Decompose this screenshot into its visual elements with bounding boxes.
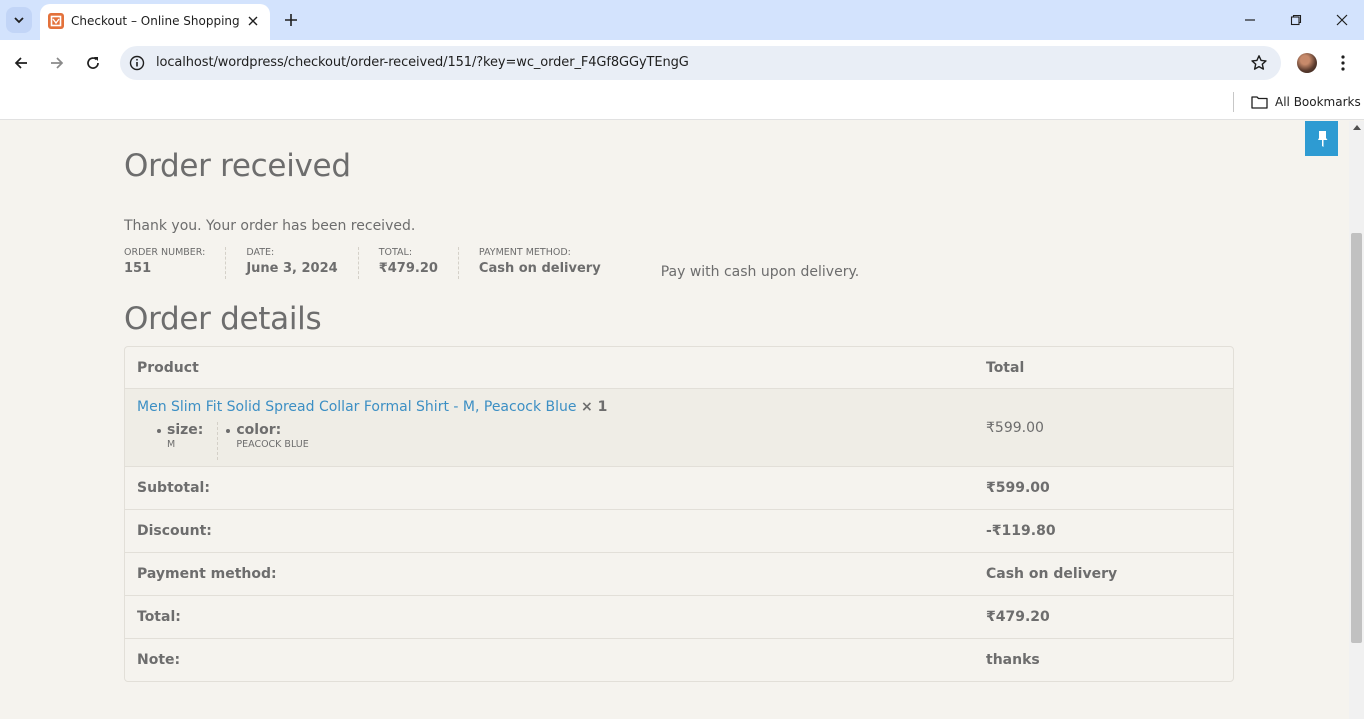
more-menu-icon[interactable] <box>1334 52 1352 74</box>
forward-icon[interactable] <box>44 50 70 76</box>
profile-avatar[interactable] <box>1297 53 1317 73</box>
new-tab-icon[interactable] <box>280 9 302 31</box>
overview-label: TOTAL: <box>378 247 413 258</box>
meta-size: size: M <box>157 422 219 460</box>
tab-close-icon[interactable] <box>244 12 262 30</box>
page-scrollbar[interactable] <box>1349 121 1364 719</box>
table-row-discount: Discount: -₹119.80 <box>125 510 1233 553</box>
header-product: Product <box>137 360 199 376</box>
reload-icon[interactable] <box>80 50 106 76</box>
product-link[interactable]: Men Slim Fit Solid Spread Collar Formal … <box>137 399 577 415</box>
row-label: Subtotal: <box>137 480 210 496</box>
tab-bar: Checkout – Online Shopping <box>0 0 1364 40</box>
overview-order-number: ORDER NUMBER: 151 <box>124 247 227 279</box>
scroll-up-arrow-icon[interactable] <box>1353 125 1361 130</box>
order-overview: ORDER NUMBER: 151 DATE: June 3, 2024 TOT… <box>124 247 859 280</box>
row-value: ₹479.20 <box>986 609 1050 625</box>
overview-label: PAYMENT METHOD: <box>478 247 571 258</box>
meta-value: M <box>167 439 176 450</box>
page-title: Order received <box>124 148 351 184</box>
overview-value: June 3, 2024 <box>246 261 338 276</box>
chevron-down-icon <box>14 17 24 24</box>
browser-tab[interactable]: Checkout – Online Shopping <box>40 4 270 40</box>
browser-toolbar: localhost/wordpress/checkout/order-recei… <box>0 40 1364 86</box>
site-favicon-icon <box>48 13 64 29</box>
overview-label: ORDER NUMBER: <box>124 247 206 258</box>
restore-icon[interactable] <box>1281 8 1311 32</box>
tab-search-button[interactable] <box>6 7 32 33</box>
payment-note: Pay with cash upon delivery. <box>660 264 860 280</box>
row-label: Total: <box>137 609 181 625</box>
url-text[interactable]: localhost/wordpress/checkout/order-recei… <box>156 55 689 70</box>
product-cell: Men Slim Fit Solid Spread Collar Formal … <box>137 399 607 415</box>
bookmarks-divider <box>1233 92 1234 112</box>
row-label: Note: <box>137 652 181 668</box>
tab-title: Checkout – Online Shopping <box>71 14 240 28</box>
product-meta: size: M color: PEACOCK BLUE <box>157 422 309 460</box>
row-label: Discount: <box>137 523 212 539</box>
meta-key: color: <box>236 422 282 438</box>
table-row-payment-method: Payment method: Cash on delivery <box>125 553 1233 596</box>
bookmark-star-icon[interactable] <box>1250 54 1268 72</box>
all-bookmarks-button[interactable]: All Bookmarks <box>1251 92 1361 112</box>
product-total: ₹599.00 <box>986 420 1044 436</box>
meta-key: size: <box>167 422 204 438</box>
order-details-table: Product Total Men Slim Fit Solid Spread … <box>124 346 1234 682</box>
order-details-heading: Order details <box>124 301 322 337</box>
address-bar[interactable]: localhost/wordpress/checkout/order-recei… <box>120 46 1281 80</box>
row-value: thanks <box>986 652 1040 668</box>
overview-label: DATE: <box>246 247 275 258</box>
product-quantity: × 1 <box>580 399 608 415</box>
overview-payment-method: PAYMENT METHOD: Cash on delivery <box>479 247 621 279</box>
back-icon[interactable] <box>8 50 34 76</box>
overview-value: ₹479.20 <box>378 261 438 276</box>
scrollbar-thumb[interactable] <box>1351 233 1362 643</box>
all-bookmarks-label: All Bookmarks <box>1275 95 1361 109</box>
table-row-note: Note: thanks <box>125 639 1233 681</box>
table-header-row: Product Total <box>125 347 1233 389</box>
page-content: Order received Thank you. Your order has… <box>0 121 1349 719</box>
meta-value: PEACOCK BLUE <box>236 439 309 450</box>
close-window-icon[interactable] <box>1327 8 1357 32</box>
site-info-icon[interactable] <box>129 55 145 71</box>
header-total: Total <box>986 360 1025 376</box>
table-row-subtotal: Subtotal: ₹599.00 <box>125 467 1233 510</box>
row-label: Payment method: <box>137 566 277 582</box>
pin-icon[interactable] <box>1305 121 1338 156</box>
bookmarks-bar: All Bookmarks <box>0 86 1364 120</box>
overview-total: TOTAL: ₹479.20 <box>379 247 459 279</box>
row-value: ₹599.00 <box>986 480 1050 496</box>
overview-value: 151 <box>124 261 152 276</box>
row-value: Cash on delivery <box>986 566 1118 582</box>
overview-value: Cash on delivery <box>478 261 601 276</box>
thank-you-message: Thank you. Your order has been received. <box>124 218 416 234</box>
row-value: -₹119.80 <box>986 523 1056 539</box>
minimize-icon[interactable] <box>1235 8 1265 32</box>
table-row-total: Total: ₹479.20 <box>125 596 1233 639</box>
meta-color: color: PEACOCK BLUE <box>226 422 309 460</box>
overview-date: DATE: June 3, 2024 <box>246 247 359 279</box>
folder-icon <box>1251 96 1268 109</box>
table-row: Men Slim Fit Solid Spread Collar Formal … <box>125 389 1233 467</box>
